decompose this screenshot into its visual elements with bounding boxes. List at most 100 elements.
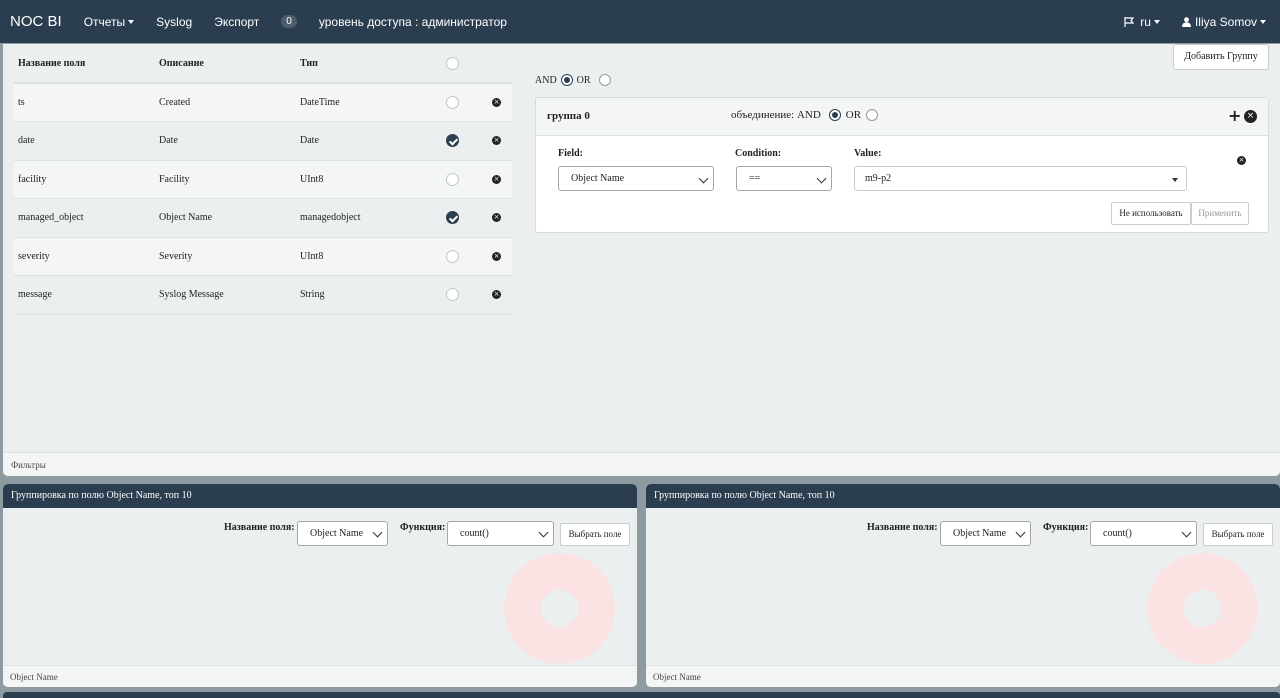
- col-header-type: Тип: [296, 44, 442, 84]
- remove-field-icon[interactable]: ×: [492, 251, 501, 261]
- select-all-checkbox[interactable]: [446, 56, 459, 70]
- col-header-name: Название поля: [14, 44, 155, 84]
- condition-label: Condition:: [735, 148, 782, 159]
- field-desc-cell: Facility: [155, 160, 296, 199]
- function-value: count(): [460, 528, 489, 539]
- field-select[interactable]: Object Name: [558, 166, 714, 191]
- navbar: NOC BI Отчеты Syslog Экспорт 0 уровень д…: [0, 0, 1280, 43]
- group-join-toggle: объединение: AND OR: [731, 109, 879, 121]
- group-field-select[interactable]: Object Name: [297, 521, 388, 546]
- table-row: severity Severity UInt8 ×: [14, 237, 512, 276]
- field-remove-cell: ×: [488, 237, 512, 276]
- field-type-cell: Date: [296, 121, 442, 161]
- remove-field-icon[interactable]: ×: [492, 174, 501, 184]
- nav-reports-dropdown[interactable]: Отчеты: [84, 15, 135, 29]
- remove-condition-icon[interactable]: ×: [1237, 156, 1246, 165]
- field-name-cell: message: [14, 275, 155, 315]
- group-chart-panel-1: Группировка по полю Object Name, топ 10 …: [3, 484, 637, 687]
- ignore-button[interactable]: Не использовать: [1111, 202, 1191, 225]
- access-level: уровень доступа : администратор: [318, 14, 507, 29]
- field-name-label: Название поля:: [867, 522, 938, 533]
- group-field-select[interactable]: Object Name: [940, 521, 1031, 546]
- function-select[interactable]: count(): [1090, 521, 1197, 546]
- field-remove-cell: ×: [488, 160, 512, 199]
- field-select-checkbox[interactable]: [446, 134, 459, 148]
- field-select-checkbox[interactable]: [446, 96, 459, 109]
- function-value: count(): [1103, 528, 1132, 539]
- field-select-checkbox[interactable]: [446, 172, 459, 186]
- function-select[interactable]: count(): [447, 521, 554, 546]
- group-field-value: Object Name: [953, 528, 1007, 539]
- remove-field-icon[interactable]: ×: [492, 136, 501, 146]
- field-select-cell: [442, 237, 488, 276]
- field-select-checkbox[interactable]: [446, 288, 459, 302]
- chevron-down-icon: [1015, 527, 1026, 538]
- group-field-value: Object Name: [310, 528, 364, 539]
- group-or-label: OR: [845, 109, 862, 121]
- brand-logo[interactable]: NOC BI: [10, 13, 62, 30]
- remove-field-icon[interactable]: ×: [492, 213, 501, 223]
- field-select-value: Object Name: [571, 173, 625, 184]
- col-header-select-all: [442, 44, 488, 84]
- group-chart-panel-2: Группировка по полю Object Name, топ 10 …: [646, 484, 1280, 687]
- caret-down-icon: [1260, 19, 1266, 24]
- remove-field-icon[interactable]: ×: [492, 290, 501, 300]
- language-label: ru: [1140, 14, 1151, 29]
- and-radio[interactable]: [560, 74, 573, 86]
- group-and-radio[interactable]: [828, 109, 841, 121]
- field-name-cell: facility: [14, 160, 155, 199]
- user-icon: [1181, 16, 1191, 27]
- group-title: группа 0: [547, 110, 590, 122]
- field-select-cell: [442, 198, 488, 238]
- remove-field-icon[interactable]: ×: [492, 98, 501, 108]
- function-label: Функция:: [1043, 522, 1089, 533]
- field-label: Field:: [558, 148, 583, 159]
- table-row: date Date Date ×: [14, 121, 512, 161]
- filters-footer: Фильтры: [3, 452, 1280, 476]
- panel-footer: Object Name: [3, 665, 637, 687]
- field-select-cell: [442, 160, 488, 199]
- field-type-cell: managedobject: [296, 198, 442, 238]
- language-dropdown[interactable]: ru: [1124, 15, 1160, 29]
- chevron-down-icon: [372, 527, 383, 538]
- and-label: AND: [535, 74, 557, 86]
- field-select-checkbox[interactable]: [446, 211, 459, 225]
- field-select-cell: [442, 83, 488, 122]
- flag-icon: [1124, 16, 1135, 27]
- chevron-down-icon: [1181, 527, 1192, 538]
- or-label: OR: [576, 74, 591, 86]
- field-type-cell: String: [296, 275, 442, 315]
- filter-panel: Название поля Описание Тип ts Created Date…: [3, 44, 1280, 476]
- field-type-cell: UInt8: [296, 160, 442, 199]
- group-or-radio[interactable]: [866, 109, 879, 121]
- value-select[interactable]: m9-p2: [854, 166, 1187, 191]
- field-desc-cell: Created: [155, 83, 296, 122]
- apply-button[interactable]: Применить: [1191, 202, 1249, 225]
- field-type-cell: DateTime: [296, 83, 442, 122]
- select-field-button[interactable]: Выбрать поле: [1203, 523, 1273, 546]
- user-dropdown[interactable]: Iliya Somov: [1181, 15, 1266, 29]
- field-name-label: Название поля:: [224, 522, 295, 533]
- value-label: Value:: [854, 148, 882, 159]
- field-desc-cell: Date: [155, 121, 296, 161]
- remove-group-icon[interactable]: ×: [1244, 110, 1257, 123]
- field-desc-cell: Severity: [155, 237, 296, 276]
- add-condition-icon[interactable]: +: [1228, 108, 1241, 124]
- nav-export[interactable]: Экспорт: [214, 15, 259, 29]
- field-select-checkbox[interactable]: [446, 249, 459, 263]
- field-name-cell: ts: [14, 83, 155, 122]
- caret-down-icon: [1153, 19, 1160, 24]
- field-type-cell: UInt8: [296, 237, 442, 276]
- add-group-button[interactable]: Добавить Группу: [1173, 44, 1269, 70]
- donut-chart-placeholder: [1147, 553, 1258, 664]
- value-select-value: m9-p2: [865, 173, 892, 184]
- condition-select[interactable]: ==: [736, 166, 832, 191]
- group-header: группа 0 объединение: AND OR + ×: [536, 98, 1268, 136]
- nav-syslog[interactable]: Syslog: [156, 15, 192, 29]
- field-name-cell: severity: [14, 237, 155, 276]
- or-radio[interactable]: [598, 74, 611, 86]
- select-field-button[interactable]: Выбрать поле: [560, 523, 630, 546]
- field-desc-cell: Syslog Message: [155, 275, 296, 315]
- chevron-down-icon: [538, 527, 549, 538]
- field-remove-cell: ×: [488, 83, 512, 122]
